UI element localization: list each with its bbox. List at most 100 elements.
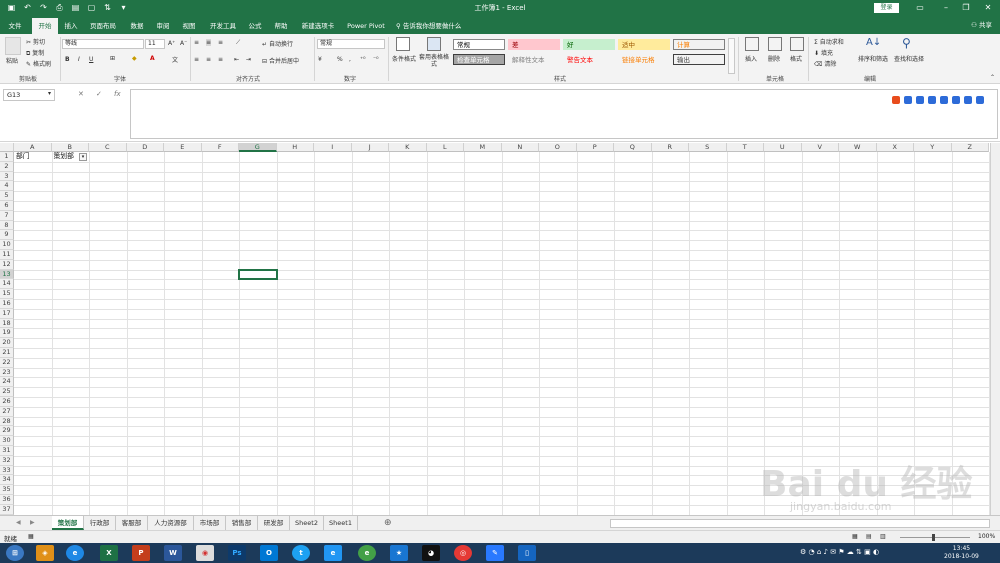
enter-icon[interactable]: ✓ — [96, 90, 102, 98]
column-header[interactable]: U — [764, 143, 802, 152]
sheet-tab[interactable]: 人力资源部 — [148, 516, 194, 530]
star-app-icon[interactable]: ★ — [390, 545, 408, 561]
t-app-icon[interactable]: t — [292, 545, 310, 561]
cancel-icon[interactable]: ✕ — [78, 90, 84, 98]
row-header[interactable]: 25 — [0, 387, 14, 397]
column-header[interactable]: G — [239, 143, 277, 152]
column-header[interactable]: D — [126, 143, 164, 152]
copy-button[interactable]: ⧉ 复制 — [26, 48, 44, 58]
row-header[interactable]: 31 — [0, 446, 14, 456]
column-header[interactable]: C — [89, 143, 127, 152]
sheet-tab[interactable]: Sheet1 — [324, 516, 358, 530]
cell-style-item[interactable]: 警告文本 — [563, 54, 615, 65]
insert-cells-button[interactable]: 插入 — [745, 54, 757, 63]
tab-file[interactable]: 文件 — [4, 18, 26, 34]
share-button[interactable]: ⚇ 共享 — [971, 19, 992, 29]
column-header[interactable]: T — [726, 143, 764, 152]
align-top-icon[interactable]: ≡ — [194, 39, 199, 46]
row-header[interactable]: 26 — [0, 397, 14, 407]
ime-tools-icon[interactable] — [976, 96, 984, 104]
vertical-scrollbar[interactable] — [990, 143, 1000, 515]
tab-help[interactable]: 帮助 — [270, 18, 292, 34]
format-cells-button[interactable]: 格式 — [790, 54, 802, 63]
column-header[interactable]: R — [651, 143, 689, 152]
comma-icon[interactable]: , — [349, 56, 351, 63]
word-icon[interactable]: W — [164, 545, 182, 561]
tab-developer[interactable]: 开发工具 — [206, 18, 240, 34]
italic-icon[interactable]: I — [78, 56, 80, 63]
tab-insert[interactable]: 插入 — [60, 18, 82, 34]
sheet-tab[interactable]: 市场部 — [194, 516, 226, 530]
conditional-format-button[interactable]: 条件格式 — [391, 54, 417, 63]
row-header[interactable]: 22 — [0, 357, 14, 368]
conditional-format-icon[interactable] — [396, 37, 410, 51]
delete-cells-icon[interactable] — [768, 37, 782, 51]
ime-emoji-icon[interactable] — [928, 96, 936, 104]
row-header[interactable]: 13 — [0, 269, 14, 280]
align-bottom-icon[interactable]: ≡ — [218, 39, 223, 46]
outlook-icon[interactable]: O — [260, 545, 278, 561]
tab-review[interactable]: 审阅 — [152, 18, 174, 34]
column-header[interactable]: J — [351, 143, 389, 152]
add-sheet-icon[interactable]: ⊕ — [384, 518, 392, 528]
row-header[interactable]: 6 — [0, 201, 14, 211]
page-layout-view-icon[interactable]: ▤ — [866, 533, 872, 540]
align-left-icon[interactable]: ≡ — [194, 56, 199, 63]
filter-dropdown-icon[interactable]: ▾ — [79, 153, 87, 161]
netease-music-icon[interactable]: ◎ — [454, 545, 472, 561]
row-header[interactable]: 36 — [0, 495, 14, 505]
prev-sheet-icon[interactable]: ◀ — [16, 519, 21, 526]
note-app-icon[interactable]: ✎ — [486, 545, 504, 561]
font-color-icon[interactable]: A — [150, 55, 155, 62]
font-name-select[interactable]: 等线 — [62, 39, 144, 49]
bold-icon[interactable]: B — [65, 56, 70, 63]
green-browser-icon[interactable]: e — [358, 545, 376, 561]
row-header[interactable]: 30 — [0, 436, 14, 446]
merge-center-button[interactable]: ⊟ 合并后居中 — [262, 56, 299, 65]
column-header[interactable]: H — [276, 143, 314, 152]
column-header[interactable]: L — [426, 143, 464, 152]
ribbon-display-icon[interactable]: ▭ — [912, 2, 928, 14]
clock[interactable]: 13:45 2018-10-09 — [944, 545, 979, 561]
border-icon[interactable]: ⊞ — [110, 55, 115, 62]
cell-style-item[interactable]: 差 — [508, 39, 560, 50]
row-header[interactable]: 7 — [0, 210, 14, 221]
ime-chinese-icon[interactable] — [904, 96, 912, 104]
row-header[interactable]: 24 — [0, 377, 14, 388]
autosum-button[interactable]: Σ 自动求和 — [814, 37, 844, 46]
qq-icon[interactable]: ◕ — [422, 545, 440, 561]
increase-font-icon[interactable]: A⁺ — [168, 40, 175, 47]
column-header[interactable]: N — [501, 143, 539, 152]
align-right-icon[interactable]: ≡ — [218, 56, 223, 63]
paste-icon[interactable] — [5, 37, 21, 55]
row-header[interactable]: 20 — [0, 338, 14, 348]
signin-button[interactable]: 登录 — [874, 3, 899, 13]
close-icon[interactable]: ✕ — [980, 2, 996, 14]
format-painter-button[interactable]: ✎ 格式刷 — [26, 59, 51, 68]
phonetic-icon[interactable]: 文 — [172, 55, 178, 64]
row-header[interactable]: 33 — [0, 465, 14, 476]
column-header[interactable]: E — [164, 143, 202, 152]
format-cells-icon[interactable] — [790, 37, 804, 51]
column-header[interactable]: F — [201, 143, 239, 152]
row-header[interactable]: 1 — [0, 152, 14, 162]
row-header[interactable]: 21 — [0, 348, 14, 358]
row-header[interactable]: 3 — [0, 171, 14, 182]
cell-style-item[interactable]: 计算 — [673, 39, 725, 50]
cell-style-item[interactable]: 输出 — [673, 54, 725, 65]
column-header[interactable]: W — [839, 143, 877, 152]
tab-data[interactable]: 数据 — [126, 18, 148, 34]
next-sheet-icon[interactable]: ▶ — [30, 519, 35, 526]
tab-page-layout[interactable]: 页面布局 — [86, 18, 120, 34]
select-all-corner[interactable] — [0, 143, 14, 152]
row-header[interactable]: 2 — [0, 161, 14, 172]
row-header[interactable]: 9 — [0, 230, 14, 241]
column-header[interactable]: M — [464, 143, 502, 152]
tab-home[interactable]: 开始 — [32, 18, 58, 34]
zoom-slider-thumb[interactable] — [932, 534, 935, 541]
sheet-tab[interactable]: Sheet2 — [290, 516, 324, 530]
paste-button[interactable]: 粘贴 — [6, 56, 18, 65]
number-format-select[interactable]: 常规 — [317, 39, 385, 49]
row-header[interactable]: 35 — [0, 485, 14, 495]
name-box-dropdown-icon[interactable]: ▾ — [48, 90, 51, 97]
